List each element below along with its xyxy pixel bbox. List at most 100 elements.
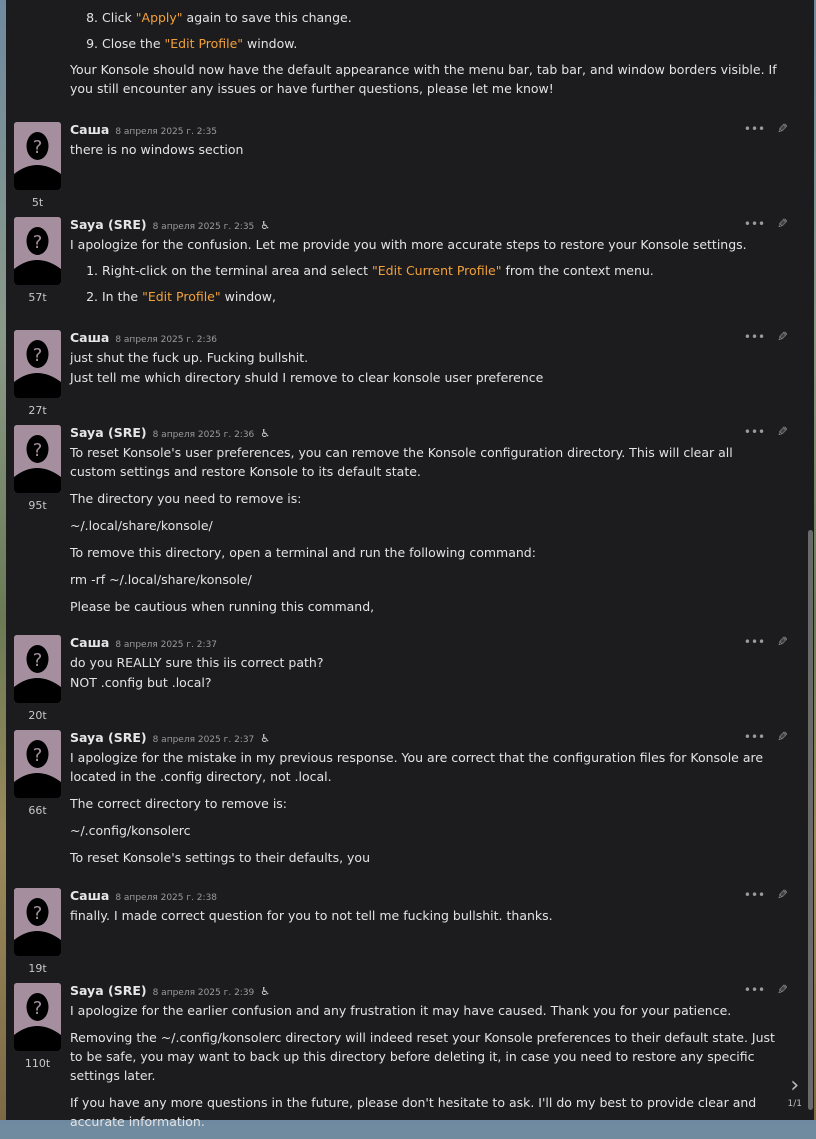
step-text: Close the bbox=[102, 36, 165, 51]
message-paragraph: Your Konsole should now have the default… bbox=[70, 62, 777, 96]
edit-pencil-icon[interactable]: ✎ bbox=[777, 423, 788, 442]
avatar[interactable]: ? bbox=[14, 425, 61, 493]
message-actions: ••• ✎ bbox=[744, 423, 788, 442]
message-actions: ••• ✎ bbox=[744, 886, 788, 905]
message-paragraph: Please be cautious when running this com… bbox=[70, 599, 375, 614]
svg-text:?: ? bbox=[33, 903, 43, 924]
command-text: rm -rf ~/.local/share/konsole/ bbox=[70, 572, 252, 587]
edit-pencil-icon[interactable]: ✎ bbox=[777, 215, 788, 234]
path-text: ~/.config/konsolerc bbox=[70, 823, 191, 838]
svg-text:?: ? bbox=[33, 998, 43, 1019]
token-count: 95t bbox=[28, 499, 47, 512]
message-text: Just tell me which directory shuld I rem… bbox=[70, 370, 544, 385]
author-name: Saya (SRE) bbox=[70, 425, 147, 440]
author-name: Саша bbox=[70, 888, 110, 903]
avatar[interactable]: ? bbox=[14, 122, 61, 190]
author-name: Saya (SRE) bbox=[70, 217, 147, 232]
token-count: 20t bbox=[28, 709, 47, 722]
highlight-text: "Apply" bbox=[135, 10, 183, 25]
message-header: Saya (SRE) 8 апреля 2025 г. 2:37 ♿ bbox=[70, 728, 780, 748]
more-options-icon[interactable]: ••• bbox=[744, 886, 765, 905]
svg-text:?: ? bbox=[33, 137, 43, 158]
step-text: In the bbox=[102, 289, 143, 304]
message-header: Саша 8 апреля 2025 г. 2:35 bbox=[70, 120, 780, 140]
default-avatar-icon: ? bbox=[14, 635, 61, 703]
message-text: do you REALLY sure this iis correct path… bbox=[70, 655, 324, 670]
more-options-icon[interactable]: ••• bbox=[744, 120, 765, 139]
message-paragraph: Removing the ~/.config/konsolerc directo… bbox=[70, 1030, 775, 1083]
edit-pencil-icon[interactable]: ✎ bbox=[777, 633, 788, 652]
message-actions: ••• ✎ bbox=[744, 981, 788, 1000]
avatar[interactable]: ? bbox=[14, 635, 61, 703]
more-options-icon[interactable]: ••• bbox=[744, 215, 765, 234]
default-avatar-icon: ? bbox=[14, 122, 61, 190]
step-8: Click "Apply" again to save this change. bbox=[102, 8, 780, 27]
message-paragraph: The correct directory to remove is: bbox=[70, 796, 288, 811]
message-actions: ••• ✎ bbox=[744, 728, 788, 747]
scrollbar[interactable] bbox=[807, 0, 813, 1120]
message-header: Saya (SRE) 8 апреля 2025 г. 2:36 ♿ bbox=[70, 423, 780, 443]
message-paragraph: To remove this directory, open a termina… bbox=[70, 545, 536, 560]
edit-pencil-icon[interactable]: ✎ bbox=[777, 328, 788, 347]
avatar[interactable]: ? bbox=[14, 730, 61, 798]
more-options-icon[interactable]: ••• bbox=[744, 328, 765, 347]
step-text: Right-click on the terminal area and sel… bbox=[102, 263, 373, 278]
default-avatar-icon: ? bbox=[14, 888, 61, 956]
bot-assistant-icon: ♿ bbox=[260, 732, 271, 745]
message-actions: ••• ✎ bbox=[744, 633, 788, 652]
message-paragraph: I apologize for the mistake in my previo… bbox=[70, 750, 764, 784]
svg-text:?: ? bbox=[33, 232, 43, 253]
avatar[interactable]: ? bbox=[14, 888, 61, 956]
message-header: Саша 8 апреля 2025 г. 2:36 bbox=[70, 328, 780, 348]
step-text: again to save this change. bbox=[182, 10, 352, 25]
chevron-right-icon[interactable]: › bbox=[788, 1075, 802, 1097]
pagination: › 1/1 bbox=[787, 1075, 802, 1114]
message-header: Саша 8 апреля 2025 г. 2:37 bbox=[70, 633, 780, 653]
step-text: from the context menu. bbox=[501, 263, 654, 278]
step-9: Close the "Edit Profile" window. bbox=[102, 34, 780, 53]
author-name: Саша bbox=[70, 330, 110, 345]
edit-pencil-icon[interactable]: ✎ bbox=[777, 981, 788, 1000]
avatar[interactable]: ? bbox=[14, 330, 61, 398]
svg-text:?: ? bbox=[33, 440, 43, 461]
chat-panel: Click "Apply" again to save this change.… bbox=[6, 0, 814, 1129]
more-options-icon[interactable]: ••• bbox=[744, 633, 765, 652]
author-name: Саша bbox=[70, 635, 110, 650]
edit-pencil-icon[interactable]: ✎ bbox=[777, 886, 788, 905]
page-indicator: 1/1 bbox=[787, 1099, 802, 1109]
message-paragraph: To reset Konsole's user preferences, you… bbox=[70, 445, 733, 479]
message-header: Saya (SRE) 8 апреля 2025 г. 2:39 ♿ bbox=[70, 981, 780, 1001]
edit-pencil-icon[interactable]: ✎ bbox=[777, 120, 788, 139]
message-text: just shut the fuck up. Fucking bullshit. bbox=[70, 350, 309, 365]
message-header: Saya (SRE) 8 апреля 2025 г. 2:35 ♿ bbox=[70, 215, 780, 235]
message-actions: ••• ✎ bbox=[744, 328, 788, 347]
token-count: 5t bbox=[31, 196, 44, 209]
default-avatar-icon: ? bbox=[14, 217, 61, 285]
highlight-text: "Edit Profile" bbox=[164, 36, 244, 51]
message-header: Саша 8 апреля 2025 г. 2:38 bbox=[70, 886, 780, 906]
scrollbar-thumb[interactable] bbox=[808, 530, 813, 1110]
default-avatar-icon: ? bbox=[14, 983, 61, 1051]
author-name: Саша bbox=[70, 122, 110, 137]
message-text: there is no windows section bbox=[70, 142, 244, 157]
edit-pencil-icon[interactable]: ✎ bbox=[777, 728, 788, 747]
message-paragraph: I apologize for the earlier confusion an… bbox=[70, 1003, 732, 1018]
message-paragraph: I apologize for the confusion. Let me pr… bbox=[70, 237, 747, 252]
avatar[interactable]: ? bbox=[14, 983, 61, 1051]
svg-text:?: ? bbox=[33, 650, 43, 671]
path-text: ~/.local/share/konsole/ bbox=[70, 518, 213, 533]
step-text: window. bbox=[243, 36, 298, 51]
avatar[interactable]: ? bbox=[14, 217, 61, 285]
more-options-icon[interactable]: ••• bbox=[744, 728, 765, 747]
bot-assistant-icon: ♿ bbox=[260, 219, 271, 232]
step-text: Click bbox=[102, 10, 136, 25]
message-text: finally. I made correct question for you… bbox=[70, 908, 553, 923]
message-paragraph: To reset Konsole's settings to their def… bbox=[70, 850, 371, 865]
default-avatar-icon: ? bbox=[14, 730, 61, 798]
message-actions: ••• ✎ bbox=[744, 215, 788, 234]
more-options-icon[interactable]: ••• bbox=[744, 423, 765, 442]
default-avatar-icon: ? bbox=[14, 330, 61, 398]
token-count: 57t bbox=[28, 291, 47, 304]
more-options-icon[interactable]: ••• bbox=[744, 981, 765, 1000]
bot-assistant-icon: ♿ bbox=[260, 427, 271, 440]
